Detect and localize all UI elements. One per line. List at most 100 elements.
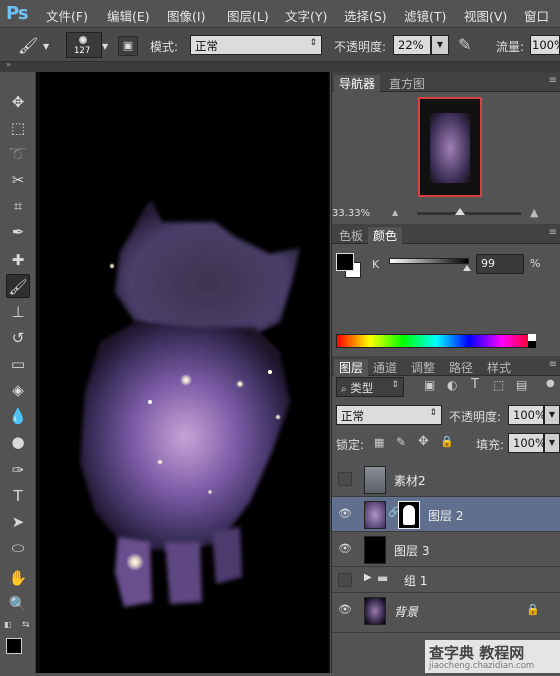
ramp-white-swatch[interactable] <box>528 334 536 341</box>
shape-tool-icon[interactable]: ⬭ <box>6 536 30 560</box>
zoom-in-icon[interactable]: ▲ <box>530 206 538 219</box>
type-tool-icon[interactable]: T <box>6 484 30 508</box>
hand-tool-icon[interactable]: ✋ <box>6 566 30 590</box>
mode-select[interactable]: 正常 ⇕ <box>190 35 322 55</box>
blur-tool-icon[interactable]: 💧 <box>6 404 30 428</box>
filter-adjustment-icon[interactable]: ◐ <box>447 378 457 392</box>
pen-tool-icon[interactable]: ✑ <box>6 458 30 482</box>
tab-adjustments[interactable]: 调整 <box>406 359 440 377</box>
collapse-arrows-icon[interactable]: » <box>6 60 11 69</box>
move-tool-icon[interactable]: ✥ <box>6 90 30 114</box>
layer-row-layer2[interactable]: 👁 🔗 图层 2 <box>332 497 560 532</box>
lasso-tool-icon[interactable]: ➰ <box>6 142 30 166</box>
healing-brush-tool-icon[interactable]: ✚ <box>6 248 30 272</box>
lock-pixels-icon[interactable]: ✎ <box>396 435 406 449</box>
layer-row-background[interactable]: 👁 背景 🔒 <box>332 593 560 633</box>
crop-tool-icon[interactable]: ⌗ <box>6 194 30 218</box>
layer-row-material2[interactable]: 素材2 <box>332 462 560 497</box>
menu-image[interactable]: 图像(I) <box>167 6 205 25</box>
eraser-tool-icon[interactable]: ▭ <box>6 352 30 376</box>
navigator-preview[interactable] <box>418 97 482 197</box>
eyedropper-tool-icon[interactable]: ✒ <box>6 220 30 244</box>
eye-icon[interactable]: 👁 <box>338 507 352 521</box>
menu-select[interactable]: 选择(S) <box>344 6 387 25</box>
lock-transparency-icon[interactable]: ▦ <box>374 436 384 449</box>
foreground-color-swatch[interactable] <box>6 638 22 654</box>
menu-type[interactable]: 文字(Y) <box>285 6 327 25</box>
zoom-slider[interactable] <box>417 208 521 215</box>
layer-name[interactable]: 组 1 <box>404 572 427 589</box>
clone-stamp-tool-icon[interactable]: ⊥ <box>6 300 30 324</box>
menu-file[interactable]: 文件(F) <box>46 6 88 25</box>
tab-paths[interactable]: 路径 <box>444 359 478 377</box>
layer-name[interactable]: 素材2 <box>394 472 426 489</box>
tab-color[interactable]: 颜色 <box>368 227 403 245</box>
menu-view[interactable]: 视图(V) <box>464 6 507 25</box>
color-ramp[interactable] <box>336 334 536 348</box>
panel-menu-icon[interactable]: ≡ <box>549 359 557 370</box>
flow-input[interactable]: 100% <box>530 35 560 55</box>
zoom-out-icon[interactable]: ▲ <box>392 208 398 217</box>
layer-name[interactable]: 图层 2 <box>428 507 463 524</box>
panel-menu-icon[interactable]: ≡ <box>549 75 557 86</box>
layer-name[interactable]: 背景 <box>394 603 418 620</box>
panel-menu-icon[interactable]: ≡ <box>549 227 557 238</box>
history-brush-tool-icon[interactable]: ↺ <box>6 326 30 350</box>
ramp-black-swatch[interactable] <box>528 341 536 348</box>
fill-dropdown[interactable]: ▼ <box>544 433 560 453</box>
menu-filter[interactable]: 滤镜(T) <box>404 6 446 25</box>
layer-row-layer3[interactable]: 👁 图层 3 <box>332 532 560 567</box>
menu-edit[interactable]: 编辑(E) <box>107 6 150 25</box>
brush-panel-toggle-icon[interactable]: ▣ <box>118 36 138 56</box>
zoom-value[interactable]: 33.33% <box>332 208 370 219</box>
tab-swatches[interactable]: 色板 <box>334 227 368 245</box>
layer-mask-thumbnail[interactable] <box>398 501 420 529</box>
expand-arrow-icon[interactable]: ▶ <box>364 572 372 583</box>
layer-opacity-dropdown[interactable]: ▼ <box>544 405 560 425</box>
chevron-down-icon[interactable]: ▼ <box>43 42 49 51</box>
menu-window[interactable]: 窗口 <box>524 6 549 25</box>
menu-layer[interactable]: 图层(L) <box>227 6 269 25</box>
layer-opacity-input[interactable]: 100% <box>508 405 546 425</box>
brush-tool-preset-icon[interactable]: 🖌 <box>18 36 40 56</box>
brush-tool-icon[interactable]: 🖌 <box>6 274 30 298</box>
marquee-tool-icon[interactable]: ⬚ <box>6 116 30 140</box>
eye-icon[interactable]: 👁 <box>338 542 352 556</box>
opacity-input[interactable]: 22% <box>393 35 431 55</box>
opacity-dropdown-button[interactable]: ▼ <box>431 35 449 55</box>
filter-shape-icon[interactable]: ⬚ <box>493 378 504 392</box>
filter-toggle-icon[interactable]: ● <box>546 378 555 389</box>
tab-channels[interactable]: 通道 <box>368 359 402 377</box>
zoom-tool-icon[interactable]: 🔍 <box>6 592 30 616</box>
tab-histogram[interactable]: 直方图 <box>384 75 430 93</box>
fill-input[interactable]: 100% <box>508 433 546 453</box>
dodge-tool-icon[interactable]: ● <box>6 430 30 454</box>
layer-name[interactable]: 图层 3 <box>394 542 429 559</box>
layer-filter-select[interactable]: ⌕ 类型 ⇕ <box>336 377 404 397</box>
lock-position-icon[interactable]: ✥ <box>418 434 429 449</box>
filter-pixel-icon[interactable]: ▣ <box>424 378 435 392</box>
filter-type-icon[interactable]: T <box>471 377 479 392</box>
quick-select-tool-icon[interactable]: ✂ <box>6 168 30 192</box>
k-slider-thumb[interactable] <box>463 265 472 271</box>
brush-size-picker[interactable]: 127 <box>66 32 102 58</box>
path-selection-tool-icon[interactable]: ➤ <box>6 510 30 534</box>
visibility-toggle[interactable] <box>338 472 352 486</box>
swap-colors-icon[interactable]: ⇆ <box>22 620 30 630</box>
blend-mode-select[interactable]: 正常 ⇕ <box>336 405 442 425</box>
k-slider[interactable] <box>389 258 472 271</box>
default-colors-icon[interactable]: ◧ <box>4 620 12 629</box>
pressure-opacity-icon[interactable]: ✎ <box>458 35 480 57</box>
k-value-input[interactable]: 99 <box>476 254 524 274</box>
tab-navigator[interactable]: 导航器 <box>334 75 381 93</box>
color-fg-swatch[interactable] <box>336 253 354 271</box>
visibility-toggle[interactable] <box>338 573 352 587</box>
chevron-down-icon[interactable]: ▼ <box>102 42 108 51</box>
eye-icon[interactable]: 👁 <box>338 603 352 617</box>
layer-row-group1[interactable]: ▶ ▬ 组 1 <box>332 567 560 593</box>
tab-layers[interactable]: 图层 <box>334 359 369 377</box>
zoom-slider-thumb[interactable] <box>455 208 465 215</box>
tab-styles[interactable]: 样式 <box>482 359 516 377</box>
lock-all-icon[interactable]: 🔒 <box>440 435 454 448</box>
paint-bucket-tool-icon[interactable]: ◈ <box>6 378 30 402</box>
